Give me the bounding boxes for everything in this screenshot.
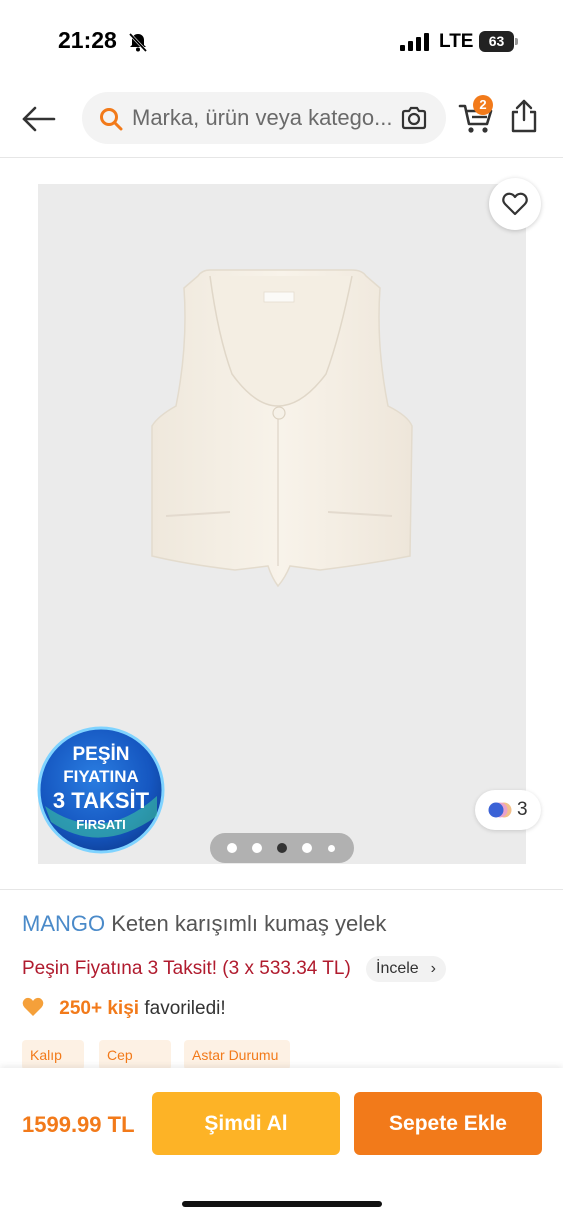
bell-muted-icon: [128, 32, 148, 53]
product-price: 1599.99 TL: [22, 1112, 135, 1137]
battery-icon: 63: [479, 31, 519, 52]
network-label: LTE: [439, 31, 474, 52]
buy-now-button[interactable]: Şimdi Al: [152, 1092, 340, 1155]
color-options-button[interactable]: 3: [475, 790, 541, 830]
image-pager[interactable]: [210, 833, 354, 863]
favorites-info: 250+ kişi favoriledi!: [22, 997, 226, 1020]
search-icon: [100, 108, 123, 131]
chip-kalip[interactable]: Kalıp: [22, 1040, 84, 1070]
search-input[interactable]: Marka, ürün veya katego...: [82, 92, 446, 144]
battery-level: 63: [479, 31, 514, 52]
chip-astar-durumu[interactable]: Astar Durumu: [184, 1040, 290, 1070]
pager-dot-active[interactable]: [277, 843, 287, 853]
search-placeholder: Marka, ürün veya katego...: [132, 105, 393, 130]
status-time: 21:28: [58, 27, 117, 53]
chip-cep[interactable]: Cep: [99, 1040, 171, 1070]
pager-dot[interactable]: [328, 844, 335, 852]
cart-count-badge: 2: [473, 95, 493, 115]
promo-line-4: FIRSATI: [76, 817, 126, 832]
camera-search-icon[interactable]: [400, 105, 428, 131]
promo-line-1: PEŞİN: [72, 744, 129, 765]
incele-label: İncele: [376, 960, 419, 977]
product-name: Keten karışımlı kumaş yelek: [111, 911, 387, 936]
pager-dot[interactable]: [252, 843, 262, 853]
bottom-action-bar: 1599.99 TL Şimdi Al Sepete Ekle: [0, 1068, 563, 1219]
share-icon[interactable]: [508, 98, 540, 134]
brand-link[interactable]: MANGO: [22, 911, 105, 936]
favorites-suffix: favoriledi!: [144, 998, 226, 1019]
product-title: MANGO Keten karışımlı kumaş yelek: [22, 911, 386, 937]
signal-icon: [400, 33, 429, 51]
color-variants-icon: [488, 802, 512, 818]
promo-badge-installment: PEŞİN FIYATINA 3 TAKSİT FIRSATI: [37, 726, 165, 854]
pager-dot[interactable]: [227, 843, 237, 853]
favorite-button[interactable]: [489, 178, 541, 230]
favorites-count: 250+ kişi: [59, 998, 140, 1019]
pager-dot[interactable]: [302, 843, 312, 853]
incele-button[interactable]: İncele ›: [366, 956, 446, 982]
chevron-right-icon: ›: [430, 960, 436, 977]
add-to-cart-button[interactable]: Sepete Ekle: [354, 1092, 542, 1155]
product-image[interactable]: [140, 266, 420, 590]
promo-line-2: FIYATINA: [63, 767, 139, 786]
promo-line-3: 3 TAKSİT: [53, 788, 150, 813]
divider: [0, 889, 563, 890]
color-count: 3: [517, 799, 528, 820]
heart-icon: [502, 192, 528, 216]
home-indicator[interactable]: [182, 1201, 382, 1207]
orange-heart-icon: [22, 997, 44, 1016]
status-bar: 21:28 LTE 63: [0, 0, 563, 84]
back-arrow-icon[interactable]: [20, 102, 58, 136]
installment-offer: Peşin Fiyatına 3 Taksit! (3 x 533.34 TL): [22, 958, 351, 979]
